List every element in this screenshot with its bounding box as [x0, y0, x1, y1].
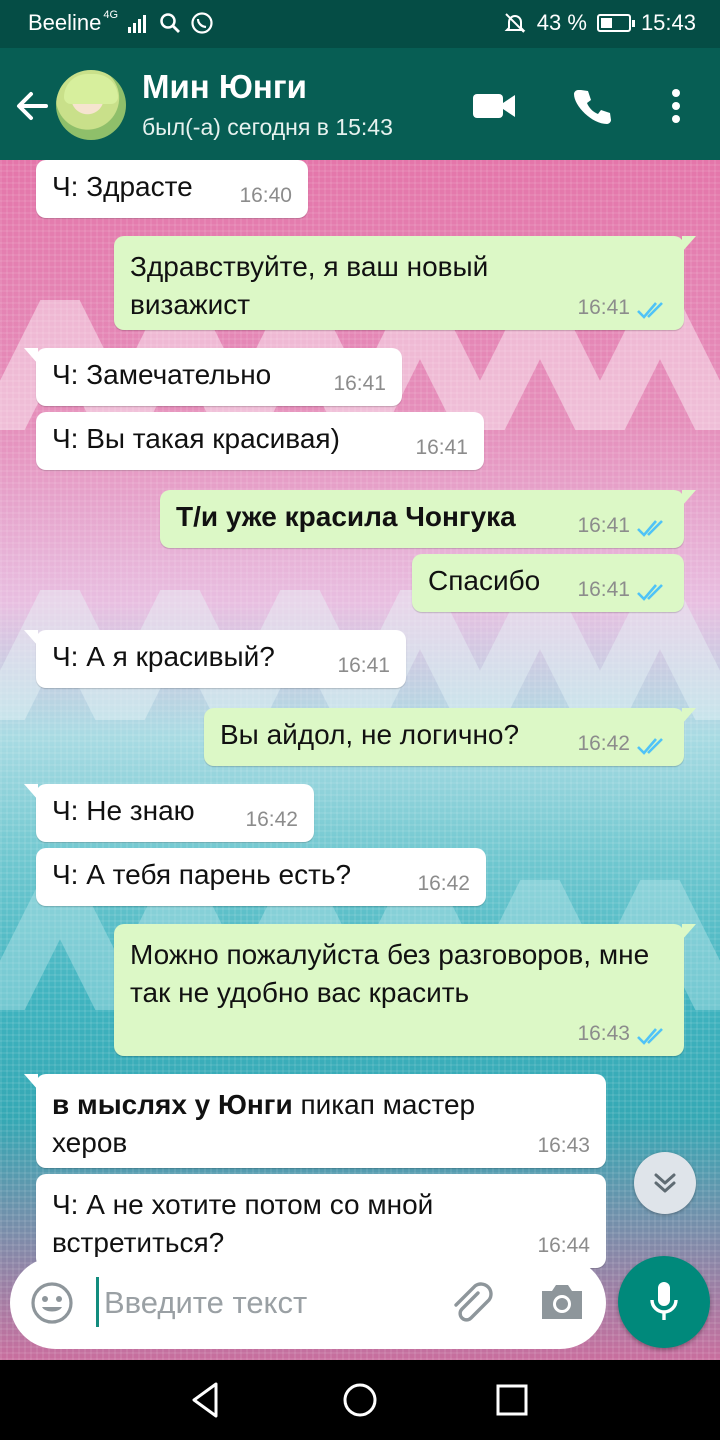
message-text: в мыслях у Юнги пикап мастер херов — [52, 1086, 552, 1162]
read-ticks-icon — [637, 520, 663, 537]
message-time: 16:41 — [577, 514, 630, 537]
nav-home-icon[interactable] — [340, 1380, 380, 1420]
message-incoming[interactable]: Ч: Вы такая красивая) 16:41 — [36, 412, 484, 470]
message-incoming[interactable]: Ч: А тебя парень есть? 16:42 — [36, 848, 486, 906]
text-cursor — [96, 1277, 99, 1327]
message-incoming[interactable]: в мыслях у Юнги пикап мастер херов 16:43 — [24, 1074, 606, 1168]
battery-percent: 43 % — [536, 10, 587, 35]
message-time: 16:41 — [415, 436, 468, 459]
message-outgoing[interactable]: Спасибо 16:41 — [412, 554, 684, 612]
message-incoming[interactable]: Ч: Не знаю 16:42 — [24, 784, 314, 842]
message-text: Ч: А не хотите потом со мной встретиться… — [52, 1189, 434, 1258]
status-bar: Beeline 4G 43 % 15:43 — [0, 0, 720, 48]
attach-icon[interactable] — [448, 1279, 494, 1325]
contact-name[interactable]: Мин Юнги — [142, 68, 307, 106]
phone-icon[interactable] — [568, 82, 616, 130]
chat-area[interactable]: Ч: Здрасте 16:40 Здравствуйте, я ваш нов… — [0, 160, 720, 1360]
message-text: Ч: Не знаю — [52, 795, 195, 826]
carrier-name: Beeline — [28, 10, 102, 35]
chat-header: Мин Юнги был(-а) сегодня в 15:43 — [0, 48, 720, 160]
message-time: 16:43 — [537, 1134, 590, 1157]
mute-bell-icon — [503, 11, 527, 35]
camera-icon[interactable] — [538, 1281, 586, 1323]
message-outgoing[interactable]: Вы айдол, не логично? 16:42 — [204, 708, 696, 766]
message-text: Можно пожалуйста без разговоров, мне так… — [130, 939, 650, 1008]
system-navigation-bar — [0, 1360, 720, 1440]
message-composer[interactable]: Введите текст — [10, 1257, 606, 1349]
read-ticks-icon — [637, 302, 663, 319]
double-chevron-down-icon — [654, 1173, 676, 1193]
message-text: Т/и уже красила Чонгука — [176, 501, 516, 532]
message-outgoing[interactable]: Можно пожалуйста без разговоров, мне так… — [114, 924, 696, 1056]
message-input[interactable]: Введите текст — [104, 1285, 307, 1321]
message-text: Ч: Замечательно — [52, 359, 272, 390]
message-incoming[interactable]: Ч: А я красивый? 16:41 — [24, 630, 406, 688]
message-text: Ч: Вы такая красивая) — [52, 423, 340, 454]
avatar[interactable] — [56, 70, 126, 140]
message-time: 16:41 — [577, 578, 630, 601]
signal-icon — [126, 11, 150, 35]
message-text: Ч: Здрасте — [52, 171, 193, 202]
search-icon — [158, 11, 182, 35]
message-time: 16:40 — [239, 184, 292, 207]
network-type: 4G — [103, 9, 119, 21]
read-ticks-icon — [637, 738, 663, 755]
scroll-to-bottom-button[interactable] — [634, 1152, 696, 1214]
message-time: 16:43 — [577, 1022, 630, 1045]
last-seen-status: был(-а) сегодня в 15:43 — [142, 114, 393, 140]
more-vert-icon[interactable] — [652, 82, 700, 130]
message-time: 16:41 — [333, 372, 386, 395]
message-time: 16:41 — [337, 654, 390, 677]
message-text: Вы айдол, не логично? — [220, 719, 520, 750]
message-bold-prefix: в мыслях у Юнги — [52, 1089, 293, 1120]
message-time: 16:41 — [577, 296, 630, 319]
emoji-icon[interactable] — [30, 1281, 74, 1325]
message-time: 16:42 — [417, 872, 470, 895]
mic-icon — [650, 1282, 678, 1320]
message-outgoing[interactable]: Т/и уже красила Чонгука 16:41 — [160, 490, 696, 548]
clock: 15:43 — [640, 10, 696, 35]
read-ticks-icon — [637, 584, 663, 601]
message-text: Ч: А тебя парень есть? — [52, 859, 352, 890]
message-outgoing[interactable]: Здравствуйте, я ваш новый визажист 16:41 — [114, 236, 696, 330]
message-incoming[interactable]: Ч: А не хотите потом со мной встретиться… — [36, 1174, 606, 1268]
mic-button[interactable] — [618, 1256, 710, 1348]
nav-recents-icon[interactable] — [492, 1380, 532, 1420]
back-arrow-icon[interactable] — [12, 86, 52, 126]
battery-icon — [596, 14, 635, 32]
message-text: Спасибо — [428, 565, 541, 596]
message-time: 16:44 — [537, 1234, 590, 1257]
message-time: 16:42 — [577, 732, 630, 755]
message-text: Ч: А я красивый? — [52, 641, 275, 672]
video-call-icon[interactable] — [470, 82, 518, 130]
message-incoming[interactable]: Ч: Замечательно 16:41 — [24, 348, 402, 406]
message-incoming[interactable]: Ч: Здрасте 16:40 — [36, 160, 308, 218]
nav-back-icon[interactable] — [186, 1380, 226, 1420]
message-time: 16:42 — [245, 808, 298, 831]
read-ticks-icon — [637, 1028, 663, 1045]
whatsapp-icon — [190, 11, 214, 35]
message-text: Здравствуйте, я ваш новый визажист — [130, 251, 489, 320]
